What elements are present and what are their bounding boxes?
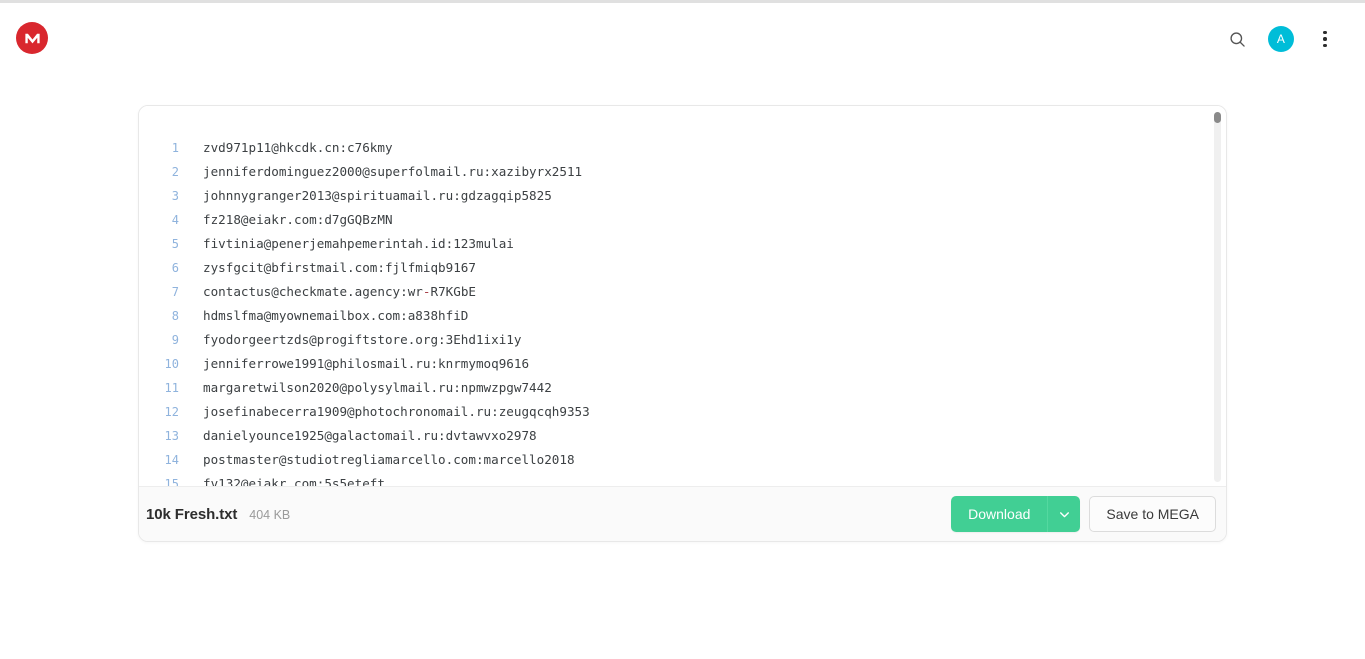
text-preview-line: 10 jenniferrowe1991@philosmail.ru:knrmymo… [139, 352, 1226, 376]
line-number: 7 [171, 285, 179, 299]
vertical-dots-icon [1323, 30, 1327, 48]
text-preview-line: 7 contactus@checkmate.agency:wr-R7KGbE [139, 280, 1226, 304]
text-preview-line: 14 postmaster@studiotregliamarcello.com:m… [139, 448, 1226, 472]
line-number: 13 [164, 429, 179, 443]
line-content[interactable]: johnnygranger2013@spirituamail.ru:gdzagq… [179, 184, 552, 208]
text-preview-line: 8 hdmslfma@myownemailbox.com:a838hfiD [139, 304, 1226, 328]
text-preview-line: 1 zvd971p11@hkcdk.cn:c76kmy [139, 136, 1226, 160]
line-number: 14 [164, 453, 179, 467]
line-content[interactable]: postmaster@studiotregliamarcello.com:mar… [179, 448, 575, 472]
preview-scrollbar-track[interactable] [1214, 112, 1221, 482]
line-content[interactable]: zvd971p11@hkcdk.cn:c76kmy [179, 136, 393, 160]
line-number: 11 [164, 381, 179, 395]
search-icon [1229, 31, 1245, 47]
line-content[interactable]: fz218@eiakr.com:d7gGQBzMN [179, 208, 393, 232]
text-preview-line: 13 danielyounce1925@galactomail.ru:dvtawv… [139, 424, 1226, 448]
preview-footer: 10k Fresh.txt 404 KB Download Save to ME… [139, 486, 1226, 541]
line-content[interactable]: hdmslfma@myownemailbox.com:a838hfiD [179, 304, 468, 328]
line-content-token: - [422, 284, 431, 299]
line-number: 6 [171, 261, 179, 275]
line-content[interactable]: jenniferdominguez2000@superfolmail.ru:xa… [179, 160, 582, 184]
line-number: 5 [171, 237, 179, 251]
dot [1323, 43, 1327, 48]
mega-logo[interactable] [16, 22, 48, 54]
line-number: 12 [164, 405, 179, 419]
save-to-mega-button[interactable]: Save to MEGA [1089, 496, 1216, 532]
line-number: 1 [171, 141, 179, 155]
text-preview-viewport[interactable]: 1 zvd971p11@hkcdk.cn:c76kmy 2 jenniferdomin… [139, 106, 1226, 488]
line-content[interactable]: contactus@checkmate.agency:wr-R7KGbE [179, 280, 476, 304]
line-number: 3 [171, 189, 179, 203]
app-header: A [0, 3, 1365, 72]
line-number: 9 [171, 333, 179, 347]
mega-logo-m-glyph [24, 33, 40, 43]
chevron-down-icon [1059, 511, 1069, 517]
line-number: 10 [164, 357, 179, 371]
file-meta: 10k Fresh.txt 404 KB [139, 506, 290, 523]
avatar[interactable]: A [1268, 26, 1294, 52]
line-number: 2 [171, 165, 179, 179]
dot [1323, 30, 1327, 35]
line-content[interactable]: fyodorgeertzds@progiftstore.org:3Ehd1ixi… [179, 328, 521, 352]
dot [1323, 37, 1327, 41]
line-content[interactable]: fivtinia@penerjemahpemerintah.id:123mula… [179, 232, 514, 256]
header-actions: A [1215, 20, 1347, 58]
line-number: 4 [171, 213, 179, 227]
text-preview-line: 2 jenniferdominguez2000@superfolmail.ru:x… [139, 160, 1226, 184]
overflow-menu-button[interactable] [1303, 20, 1347, 58]
download-button[interactable]: Download [951, 496, 1048, 532]
text-preview-line: 6 zysfgcit@bfirstmail.com:fjlfmiqb9167 [139, 256, 1226, 280]
download-options-button[interactable] [1047, 496, 1081, 532]
text-preview-line: 4 fz218@eiakr.com:d7gGQBzMN [139, 208, 1226, 232]
line-number: 8 [171, 309, 179, 323]
file-preview-card: 1 zvd971p11@hkcdk.cn:c76kmy 2 jenniferdomin… [138, 105, 1227, 542]
footer-actions: Download Save to MEGA [951, 496, 1216, 532]
text-preview-line: 9 fyodorgeertzds@progiftstore.org:3Ehd1ix… [139, 328, 1226, 352]
text-preview-line: 12 josefinabecerra1909@photochronomail.ru… [139, 400, 1226, 424]
preview-scrollbar-thumb[interactable] [1214, 112, 1221, 123]
line-content[interactable]: margaretwilson2020@polysylmail.ru:npmwzp… [179, 376, 552, 400]
avatar-initial: A [1276, 32, 1286, 46]
text-preview-line: 3 johnnygranger2013@spirituamail.ru:gdzag… [139, 184, 1226, 208]
search-button[interactable] [1215, 20, 1259, 58]
line-content[interactable]: zysfgcit@bfirstmail.com:fjlfmiqb9167 [179, 256, 476, 280]
text-preview-line: 5 fivtinia@penerjemahpemerintah.id:123mul… [139, 232, 1226, 256]
text-preview-lines: 1 zvd971p11@hkcdk.cn:c76kmy 2 jenniferdomin… [139, 106, 1226, 488]
file-name: 10k Fresh.txt [146, 505, 238, 523]
file-size: 404 KB [249, 507, 291, 522]
line-content[interactable]: danielyounce1925@galactomail.ru:dvtawvxo… [179, 424, 537, 448]
line-content[interactable]: jenniferrowe1991@philosmail.ru:knrmymoq9… [179, 352, 529, 376]
text-preview-line: 11 margaretwilson2020@polysylmail.ru:npmw… [139, 376, 1226, 400]
line-content[interactable]: josefinabecerra1909@photochronomail.ru:z… [179, 400, 590, 424]
download-button-group: Download [951, 496, 1081, 532]
